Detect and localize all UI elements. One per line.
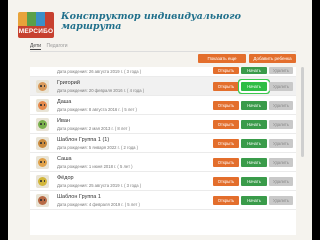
avatar-face-icon [38, 177, 47, 186]
logo-tile [45, 12, 54, 26]
child-name: Иван [57, 118, 70, 124]
child-row[interactable]: Даша Дата рождения: 8 августа 2016 г. ( 5… [30, 96, 296, 115]
children-list: Дата рождения: 26 августа 2019 г. ( 3 го… [30, 67, 296, 235]
avatar-face-icon [38, 196, 47, 205]
child-avatar [36, 175, 49, 188]
child-birthdate: Дата рождения: 25 августа 2019 г. ( 3 го… [57, 183, 142, 188]
child-birthdate: Дата рождения: 5 января 2022 г. ( 2 года… [57, 145, 139, 150]
start-button[interactable]: Начать [241, 67, 267, 74]
child-avatar [36, 137, 49, 150]
open-button[interactable]: Открыть [213, 177, 239, 186]
start-button[interactable]: Начать [241, 177, 267, 186]
child-row[interactable]: Шаблон Группа 1 (1) Дата рождения: 5 янва… [30, 134, 296, 153]
open-button[interactable]: Открыть [213, 158, 239, 167]
logo-tile [27, 12, 36, 26]
add-child-button[interactable]: Добавить ребенка [249, 54, 296, 63]
child-birthdate: Дата рождения: 4 февраля 2019 г. ( 5 лет… [57, 202, 140, 207]
delete-button[interactable]: Удалить [269, 139, 293, 148]
delete-button[interactable]: Удалить [269, 82, 293, 91]
child-name: Даша [57, 99, 72, 105]
avatar-face-icon [38, 101, 47, 110]
open-button[interactable]: Открыть [213, 139, 239, 148]
start-button[interactable]: Начать [241, 120, 267, 129]
delete-button[interactable]: Удалить [269, 101, 293, 110]
start-button[interactable]: Начать [241, 158, 267, 167]
divider [30, 51, 296, 52]
start-button[interactable]: Начать [239, 80, 269, 93]
child-birthdate: Дата рождения: 2 мая 2013 г. ( 8 лет ) [57, 126, 130, 131]
logo-tile [36, 12, 45, 26]
show-more-button[interactable]: Показать еще [198, 54, 246, 63]
child-avatar [36, 80, 49, 93]
open-button[interactable]: Открыть [213, 67, 239, 74]
delete-button[interactable]: Удалить [269, 120, 293, 129]
child-name: Шаблон Группа 1 (1) [57, 137, 110, 143]
logo-text: МЕРСИБО [18, 26, 54, 38]
delete-button[interactable]: Удалить [269, 177, 293, 186]
open-button[interactable]: Открыть [213, 120, 239, 129]
open-button[interactable]: Открыть [213, 82, 239, 91]
avatar-face-icon [38, 120, 47, 129]
header: МЕРСИБО Конструктор индивидуального марш… [8, 0, 312, 42]
start-button[interactable]: Начать [241, 196, 267, 205]
child-row[interactable]: Григорий Дата рождения: 20 февраля 2016 г… [30, 77, 296, 96]
child-name: Саша [57, 156, 72, 162]
logo-tiles [18, 12, 54, 26]
child-birthdate: Дата рождения: 1 июня 2018 г. ( 5 лет ) [57, 164, 133, 169]
delete-button[interactable]: Удалить [269, 196, 293, 205]
child-birthdate: Дата рождения: 26 августа 2019 г. ( 3 го… [57, 69, 142, 74]
app-screen: МЕРСИБО Конструктор индивидуального марш… [8, 0, 312, 240]
open-button[interactable]: Открыть [213, 101, 239, 110]
scrollbar[interactable] [301, 67, 304, 157]
start-button[interactable]: Начать [241, 101, 267, 110]
open-button[interactable]: Открыть [213, 196, 239, 205]
tabs: Дети Педагоги [30, 43, 72, 50]
avatar-face-icon [38, 158, 47, 167]
child-name: Григорий [57, 80, 80, 86]
child-row[interactable]: Шаблон Группа 1 Дата рождения: 4 февраля … [30, 191, 296, 210]
avatar-face-icon [38, 139, 47, 148]
child-row[interactable]: Иван Дата рождения: 2 мая 2013 г. ( 8 лет… [30, 115, 296, 134]
start-button[interactable]: Начать [241, 139, 267, 148]
delete-button[interactable]: Удалить [269, 67, 293, 74]
child-birthdate: Дата рождения: 20 февраля 2016 г. ( 4 го… [57, 88, 145, 93]
child-avatar [36, 99, 49, 112]
child-name: Фёдор [57, 175, 74, 181]
child-birthdate: Дата рождения: 8 августа 2016 г. ( 5 лет… [57, 107, 137, 112]
child-avatar [36, 194, 49, 207]
page-title: Конструктор индивидуального маршрута [61, 11, 241, 32]
child-name: Шаблон Группа 1 [57, 194, 101, 200]
logo-tile [18, 12, 27, 26]
child-row[interactable]: Саша Дата рождения: 1 июня 2018 г. ( 5 ле… [30, 153, 296, 172]
mersibo-logo[interactable]: МЕРСИБО [18, 12, 54, 38]
child-row[interactable]: Дата рождения: 26 августа 2019 г. ( 3 го… [30, 67, 296, 77]
child-avatar [36, 118, 49, 131]
child-row[interactable]: Фёдор Дата рождения: 25 августа 2019 г. (… [30, 172, 296, 191]
tab-children[interactable]: Дети [30, 43, 42, 50]
delete-button[interactable]: Удалить [269, 158, 293, 167]
child-avatar [36, 156, 49, 169]
tab-teachers[interactable]: Педагоги [46, 43, 67, 49]
avatar-face-icon [38, 82, 47, 91]
